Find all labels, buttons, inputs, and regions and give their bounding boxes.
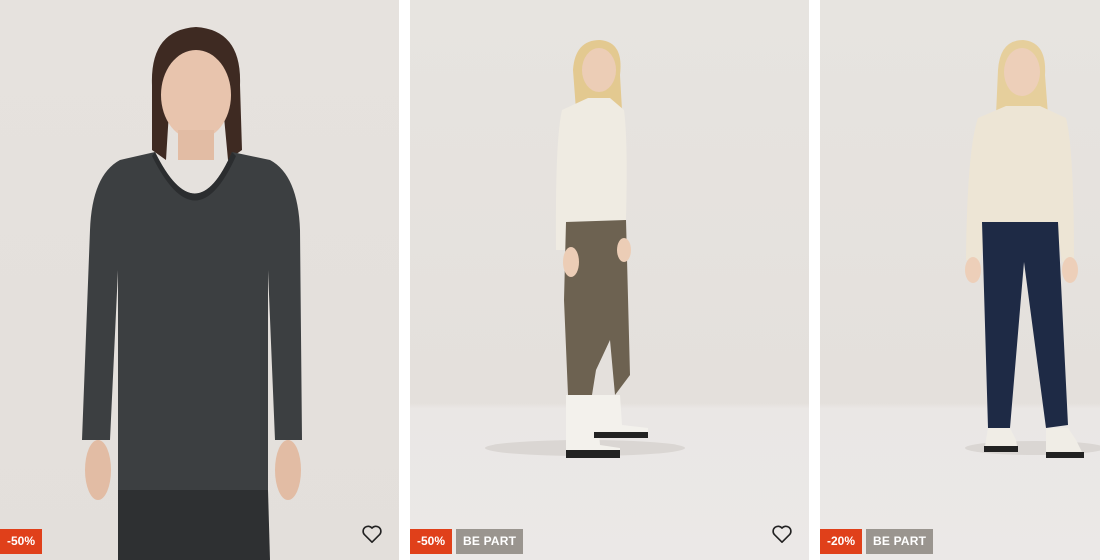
product-badges: -50%	[0, 529, 43, 554]
product-card[interactable]: -50%	[0, 0, 399, 560]
member-badge: BE PART	[456, 529, 524, 554]
product-image[interactable]	[820, 0, 1100, 560]
add-to-wishlist-button[interactable]	[768, 520, 796, 548]
product-badges: -20% BE PART	[820, 529, 934, 554]
product-image[interactable]	[410, 0, 809, 560]
discount-badge: -50%	[410, 529, 453, 554]
discount-badge: -50%	[0, 529, 43, 554]
product-image[interactable]	[0, 0, 399, 560]
product-card[interactable]: -50% BE PART	[410, 0, 809, 560]
product-grid: -50% -50% BE PART -20% BE PART	[0, 0, 1100, 560]
heart-outline-icon	[772, 525, 792, 543]
product-card[interactable]: -20% BE PART	[820, 0, 1100, 560]
add-to-wishlist-button[interactable]	[358, 520, 386, 548]
product-badges: -50% BE PART	[410, 529, 524, 554]
member-badge: BE PART	[866, 529, 934, 554]
heart-outline-icon	[362, 525, 382, 543]
discount-badge: -20%	[820, 529, 863, 554]
